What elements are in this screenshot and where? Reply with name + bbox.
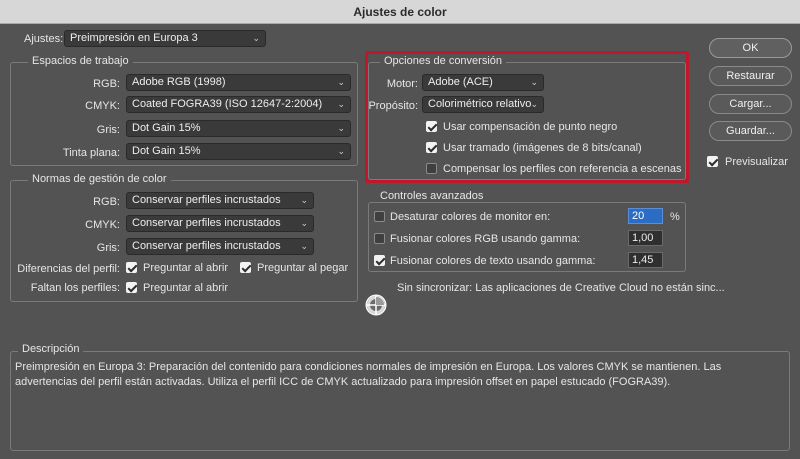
preguntar-abrir-checkbox[interactable]: [126, 262, 137, 273]
restaurar-button[interactable]: Restaurar: [709, 66, 792, 86]
gris-dropdown[interactable]: Dot Gain 15% ⌄: [126, 120, 351, 137]
gris-label: Gris:: [96, 124, 120, 136]
previsualizar-label: Previsualizar: [725, 156, 788, 168]
fusionar-texto-input[interactable]: 1,45: [628, 252, 663, 268]
tinta-plana-label: Tinta plana:: [62, 147, 120, 159]
ajustes-value: Preimpresión en Europa 3: [70, 32, 198, 44]
normas-title: Normas de gestión de color: [28, 173, 171, 185]
guardar-button[interactable]: Guardar...: [709, 121, 792, 141]
faltan-label: Faltan los perfiles:: [30, 282, 120, 294]
ok-button[interactable]: OK: [709, 38, 792, 58]
rgb-value: Adobe RGB (1998): [132, 76, 226, 88]
faltan-preguntar-abrir-label: Preguntar al abrir: [143, 282, 228, 294]
faltan-preguntar-abrir-checkbox[interactable]: [126, 282, 137, 293]
espacios-title: Espacios de trabajo: [28, 55, 133, 67]
preguntar-pegar-label: Preguntar al pegar: [257, 262, 349, 274]
normas-cmyk-dropdown[interactable]: Conservar perfiles incrustados ⌄: [126, 215, 314, 232]
normas-rgb-value: Conservar perfiles incrustados: [132, 194, 281, 206]
chevron-down-icon: ⌄: [300, 218, 308, 228]
fusionar-texto-checkbox[interactable]: [374, 255, 385, 266]
normas-gris-dropdown[interactable]: Conservar perfiles incrustados ⌄: [126, 238, 314, 255]
chevron-down-icon: ⌄: [337, 99, 345, 109]
fusionar-rgb-input[interactable]: 1,00: [628, 230, 663, 246]
normas-cmyk-value: Conservar perfiles incrustados: [132, 217, 281, 229]
sync-icon: [364, 293, 388, 317]
fusionar-rgb-label: Fusionar colores RGB usando gamma:: [390, 233, 581, 245]
window-title: Ajustes de color: [0, 0, 800, 24]
cmyk-label: CMYK:: [85, 100, 120, 112]
gris-value: Dot Gain 15%: [132, 122, 201, 134]
chevron-down-icon: ⌄: [337, 146, 345, 156]
highlight-box: [365, 51, 689, 183]
normas-cmyk-label: CMYK:: [85, 219, 120, 231]
normas-rgb-dropdown[interactable]: Conservar perfiles incrustados ⌄: [126, 192, 314, 209]
sync-text: Sin sincronizar: Las aplicaciones de Cre…: [397, 282, 725, 294]
previsualizar-checkbox[interactable]: [707, 156, 718, 167]
normas-rgb-label: RGB:: [93, 196, 120, 208]
fusionar-rgb-checkbox[interactable]: [374, 233, 385, 244]
chevron-down-icon: ⌄: [300, 241, 308, 251]
diferencias-label: Diferencias del perfil:: [17, 263, 120, 275]
desaturar-input[interactable]: 20: [628, 208, 663, 224]
tinta-plana-value: Dot Gain 15%: [132, 145, 201, 157]
ajustes-label: Ajustes:: [24, 33, 64, 45]
normas-gris-label: Gris:: [96, 242, 120, 254]
cmyk-value: Coated FOGRA39 (ISO 12647-2:2004): [132, 98, 323, 110]
cmyk-dropdown[interactable]: Coated FOGRA39 (ISO 12647-2:2004) ⌄: [126, 96, 351, 113]
preguntar-pegar-checkbox[interactable]: [240, 262, 251, 273]
fusionar-texto-label: Fusionar colores de texto usando gamma:: [390, 255, 596, 267]
desaturar-unit: %: [670, 211, 680, 223]
descripcion-title: Descripción: [18, 343, 84, 355]
preguntar-abrir-label: Preguntar al abrir: [143, 262, 228, 274]
chevron-down-icon: ⌄: [337, 123, 345, 133]
chevron-down-icon: ⌄: [337, 77, 345, 87]
desaturar-label: Desaturar colores de monitor en:: [390, 211, 551, 223]
normas-gris-value: Conservar perfiles incrustados: [132, 240, 281, 252]
ajustes-dropdown[interactable]: Preimpresión en Europa 3 ⌄: [64, 30, 266, 47]
chevron-down-icon: ⌄: [300, 195, 308, 205]
descripcion-text: Preimpresión en Europa 3: Preparación de…: [15, 361, 722, 388]
tinta-plana-dropdown[interactable]: Dot Gain 15% ⌄: [126, 143, 351, 160]
rgb-dropdown[interactable]: Adobe RGB (1998) ⌄: [126, 74, 351, 91]
desaturar-checkbox[interactable]: [374, 211, 385, 222]
cargar-button[interactable]: Cargar...: [709, 94, 792, 114]
rgb-label: RGB:: [93, 78, 120, 90]
chevron-down-icon: ⌄: [252, 33, 260, 43]
avanzados-title: Controles avanzados: [376, 190, 488, 202]
